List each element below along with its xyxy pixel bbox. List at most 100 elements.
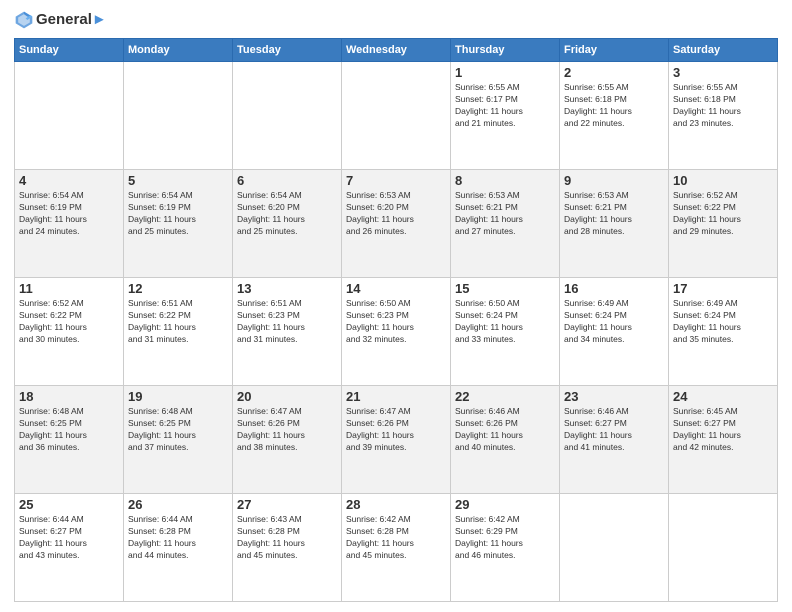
calendar-cell: 27Sunrise: 6:43 AM Sunset: 6:28 PM Dayli… <box>233 494 342 602</box>
day-number: 26 <box>128 497 228 512</box>
day-info: Sunrise: 6:52 AM Sunset: 6:22 PM Dayligh… <box>673 190 773 238</box>
calendar-cell: 25 Sunrise: 6:44 AM Sunset: 6:27 PM Dayli… <box>15 494 124 602</box>
day-info: Sunrise: 6:52 AM Sunset: 6:22 PM Dayligh… <box>19 298 119 346</box>
day-info: Sunrise: 6:44 AM Sunset: 6:28 PM Dayligh… <box>128 514 228 562</box>
day-number: 12 <box>128 281 228 296</box>
calendar-day-header: Tuesday <box>233 39 342 62</box>
day-info: Sunrise: 6:51 AM Sunset: 6:22 PM Dayligh… <box>128 298 228 346</box>
calendar-week-row: 1 Sunrise: 6:55 AM Sunset: 6:17 PM Daylig… <box>15 62 778 170</box>
day-number: 2 <box>564 65 664 80</box>
calendar-cell <box>342 62 451 170</box>
day-info: Sunrise: 6:48 AM Sunset: 6:25 PM Dayligh… <box>19 406 119 454</box>
day-info: Sunrise: 6:49 AM Sunset: 6:24 PM Dayligh… <box>564 298 664 346</box>
calendar-day-header: Wednesday <box>342 39 451 62</box>
calendar-cell: 24 Sunrise: 6:45 AM Sunset: 6:27 PM Dayli… <box>669 386 778 494</box>
day-info: Sunrise: 6:50 AM Sunset: 6:23 PM Dayligh… <box>346 298 446 346</box>
calendar-cell <box>15 62 124 170</box>
day-info: Sunrise: 6:46 AM Sunset: 6:26 PM Dayligh… <box>455 406 555 454</box>
day-number: 8 <box>455 173 555 188</box>
calendar-cell: 23 Sunrise: 6:46 AM Sunset: 6:27 PM Dayli… <box>560 386 669 494</box>
day-number: 14 <box>346 281 446 296</box>
day-info: Sunrise: 6:47 AM Sunset: 6:26 PM Dayligh… <box>346 406 446 454</box>
day-info: Sunrise: 6:44 AM Sunset: 6:27 PM Dayligh… <box>19 514 119 562</box>
day-info: Sunrise: 6:50 AM Sunset: 6:24 PM Dayligh… <box>455 298 555 346</box>
calendar-cell: 28 Sunrise: 6:42 AM Sunset: 6:28 PM Dayli… <box>342 494 451 602</box>
day-number: 10 <box>673 173 773 188</box>
calendar-day-header: Monday <box>124 39 233 62</box>
calendar-cell: 22 Sunrise: 6:46 AM Sunset: 6:26 PM Dayli… <box>451 386 560 494</box>
calendar-header-row: SundayMondayTuesdayWednesdayThursdayFrid… <box>15 39 778 62</box>
header: General► <box>14 10 778 30</box>
calendar-cell: 20Sunrise: 6:47 AM Sunset: 6:26 PM Dayli… <box>233 386 342 494</box>
day-info: Sunrise: 6:51 AM Sunset: 6:23 PM Dayligh… <box>237 298 337 346</box>
calendar-cell: 9Sunrise: 6:53 AM Sunset: 6:21 PM Daylig… <box>560 170 669 278</box>
calendar-cell: 12 Sunrise: 6:51 AM Sunset: 6:22 PM Dayli… <box>124 278 233 386</box>
day-info: Sunrise: 6:55 AM Sunset: 6:18 PM Dayligh… <box>673 82 773 130</box>
day-number: 22 <box>455 389 555 404</box>
day-number: 19 <box>128 389 228 404</box>
calendar-cell: 5 Sunrise: 6:54 AM Sunset: 6:19 PM Daylig… <box>124 170 233 278</box>
day-info: Sunrise: 6:48 AM Sunset: 6:25 PM Dayligh… <box>128 406 228 454</box>
logo: General► <box>14 10 107 30</box>
logo-text: General► <box>36 12 107 29</box>
day-number: 28 <box>346 497 446 512</box>
calendar-cell: 6Sunrise: 6:54 AM Sunset: 6:20 PM Daylig… <box>233 170 342 278</box>
day-number: 5 <box>128 173 228 188</box>
day-info: Sunrise: 6:47 AM Sunset: 6:26 PM Dayligh… <box>237 406 337 454</box>
calendar-week-row: 4Sunrise: 6:54 AM Sunset: 6:19 PM Daylig… <box>15 170 778 278</box>
calendar-cell: 17 Sunrise: 6:49 AM Sunset: 6:24 PM Dayli… <box>669 278 778 386</box>
day-number: 29 <box>455 497 555 512</box>
day-number: 11 <box>19 281 119 296</box>
calendar-day-header: Thursday <box>451 39 560 62</box>
calendar-week-row: 25 Sunrise: 6:44 AM Sunset: 6:27 PM Dayli… <box>15 494 778 602</box>
calendar-cell: 3 Sunrise: 6:55 AM Sunset: 6:18 PM Daylig… <box>669 62 778 170</box>
calendar-cell: 8 Sunrise: 6:53 AM Sunset: 6:21 PM Daylig… <box>451 170 560 278</box>
calendar-cell: 21Sunrise: 6:47 AM Sunset: 6:26 PM Dayli… <box>342 386 451 494</box>
calendar-day-header: Friday <box>560 39 669 62</box>
day-info: Sunrise: 6:43 AM Sunset: 6:28 PM Dayligh… <box>237 514 337 562</box>
calendar-cell: 18 Sunrise: 6:48 AM Sunset: 6:25 PM Dayli… <box>15 386 124 494</box>
day-number: 25 <box>19 497 119 512</box>
day-info: Sunrise: 6:42 AM Sunset: 6:29 PM Dayligh… <box>455 514 555 562</box>
day-info: Sunrise: 6:45 AM Sunset: 6:27 PM Dayligh… <box>673 406 773 454</box>
day-number: 18 <box>19 389 119 404</box>
day-number: 23 <box>564 389 664 404</box>
calendar-week-row: 18 Sunrise: 6:48 AM Sunset: 6:25 PM Dayli… <box>15 386 778 494</box>
day-info: Sunrise: 6:46 AM Sunset: 6:27 PM Dayligh… <box>564 406 664 454</box>
day-info: Sunrise: 6:49 AM Sunset: 6:24 PM Dayligh… <box>673 298 773 346</box>
day-info: Sunrise: 6:54 AM Sunset: 6:20 PM Dayligh… <box>237 190 337 238</box>
day-number: 17 <box>673 281 773 296</box>
day-info: Sunrise: 6:42 AM Sunset: 6:28 PM Dayligh… <box>346 514 446 562</box>
calendar-cell: 14 Sunrise: 6:50 AM Sunset: 6:23 PM Dayli… <box>342 278 451 386</box>
calendar-day-header: Sunday <box>15 39 124 62</box>
calendar-cell: 4Sunrise: 6:54 AM Sunset: 6:19 PM Daylig… <box>15 170 124 278</box>
calendar-cell: 29 Sunrise: 6:42 AM Sunset: 6:29 PM Dayli… <box>451 494 560 602</box>
day-info: Sunrise: 6:55 AM Sunset: 6:18 PM Dayligh… <box>564 82 664 130</box>
calendar-cell: 16 Sunrise: 6:49 AM Sunset: 6:24 PM Dayli… <box>560 278 669 386</box>
calendar-cell <box>560 494 669 602</box>
calendar-cell <box>233 62 342 170</box>
day-number: 3 <box>673 65 773 80</box>
logo-icon <box>14 10 34 30</box>
day-number: 15 <box>455 281 555 296</box>
calendar-cell: 26 Sunrise: 6:44 AM Sunset: 6:28 PM Dayli… <box>124 494 233 602</box>
day-info: Sunrise: 6:54 AM Sunset: 6:19 PM Dayligh… <box>128 190 228 238</box>
day-number: 1 <box>455 65 555 80</box>
calendar-cell: 11 Sunrise: 6:52 AM Sunset: 6:22 PM Dayli… <box>15 278 124 386</box>
calendar-table: SundayMondayTuesdayWednesdayThursdayFrid… <box>14 38 778 602</box>
day-info: Sunrise: 6:54 AM Sunset: 6:19 PM Dayligh… <box>19 190 119 238</box>
page: General► SundayMondayTuesdayWednesdayThu… <box>0 0 792 612</box>
calendar-cell <box>124 62 233 170</box>
day-number: 24 <box>673 389 773 404</box>
day-number: 13 <box>237 281 337 296</box>
day-number: 9 <box>564 173 664 188</box>
day-info: Sunrise: 6:53 AM Sunset: 6:20 PM Dayligh… <box>346 190 446 238</box>
day-info: Sunrise: 6:55 AM Sunset: 6:17 PM Dayligh… <box>455 82 555 130</box>
day-info: Sunrise: 6:53 AM Sunset: 6:21 PM Dayligh… <box>455 190 555 238</box>
calendar-cell: 2 Sunrise: 6:55 AM Sunset: 6:18 PM Daylig… <box>560 62 669 170</box>
calendar-day-header: Saturday <box>669 39 778 62</box>
calendar-cell: 15 Sunrise: 6:50 AM Sunset: 6:24 PM Dayli… <box>451 278 560 386</box>
calendar-week-row: 11 Sunrise: 6:52 AM Sunset: 6:22 PM Dayli… <box>15 278 778 386</box>
calendar-cell: 19 Sunrise: 6:48 AM Sunset: 6:25 PM Dayli… <box>124 386 233 494</box>
day-number: 16 <box>564 281 664 296</box>
